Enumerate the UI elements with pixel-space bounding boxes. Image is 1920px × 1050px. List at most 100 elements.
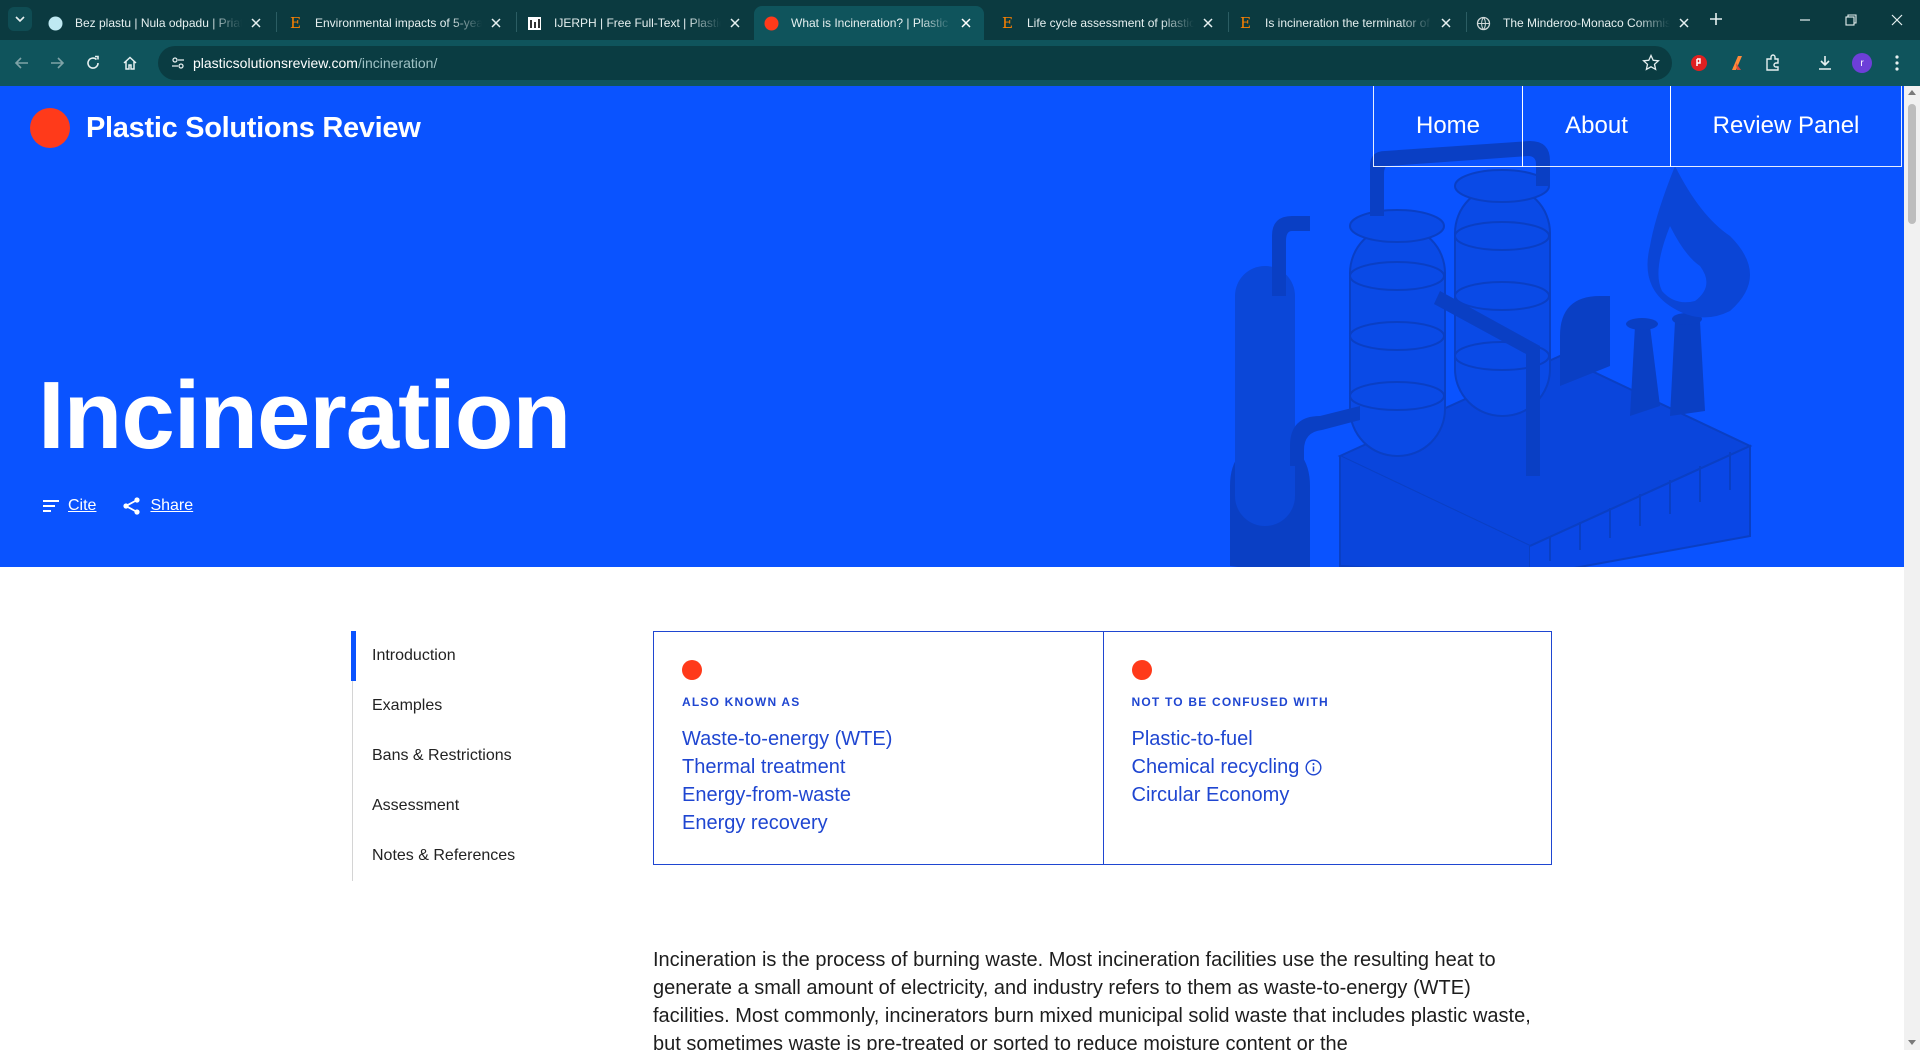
cite-label: Cite <box>68 497 97 514</box>
tab-divider <box>276 12 277 32</box>
circle-light-icon <box>48 16 63 31</box>
alias-link[interactable]: Thermal treatment <box>682 753 1075 781</box>
alias-link[interactable]: Energy recovery <box>682 809 1075 837</box>
reload-button[interactable] <box>78 48 108 78</box>
alias-link[interactable]: Waste-to-energy (WTE) <box>682 725 1075 753</box>
toc-item-notes-references[interactable]: Notes & References <box>353 831 552 881</box>
tab-title: Bez plastu | Nula odpadu | Priat <box>75 16 242 30</box>
close-icon[interactable] <box>1200 15 1216 31</box>
page-scrollbar[interactable] <box>1904 86 1920 1050</box>
browser-tab-active[interactable]: What is Incineration? | Plastic Solution… <box>754 6 984 40</box>
page-title: Incineration <box>38 362 571 469</box>
mdpi-icon <box>527 16 542 31</box>
url-domain: plasticsolutionsreview.com <box>193 55 358 71</box>
red-dot-icon <box>682 660 702 680</box>
close-icon[interactable] <box>727 15 743 31</box>
share-icon <box>123 497 141 515</box>
browser-toolbar: plasticsolutionsreview.com/incineration/… <box>0 40 1920 86</box>
browser-tab[interactable]: IJERPH | Free Full-Text | Plastic W <box>517 6 753 40</box>
close-icon[interactable] <box>1676 15 1692 31</box>
share-button[interactable]: Share <box>122 496 193 516</box>
browser-tabstrip: Bez plastu | Nula odpadu | Priat E Envir… <box>0 0 1920 40</box>
alias-link[interactable]: Energy-from-waste <box>682 781 1075 809</box>
bookmark-star-icon[interactable] <box>1642 53 1660 77</box>
address-bar[interactable]: plasticsolutionsreview.com/incineration/ <box>158 46 1672 80</box>
tab-title: IJERPH | Free Full-Text | Plastic W <box>554 16 721 30</box>
url-text[interactable]: plasticsolutionsreview.com/incineration/ <box>193 55 437 71</box>
arrow-left-icon <box>14 57 28 69</box>
scroll-up-arrow[interactable] <box>1908 90 1916 95</box>
toc-item-examples[interactable]: Examples <box>353 681 552 731</box>
elsevier-e-icon: E <box>1240 14 1251 32</box>
intro-paragraph: Incineration is the process of burning w… <box>653 949 1531 1050</box>
plus-icon <box>1710 13 1722 25</box>
hero-banner: Plastic Solutions Review Home About Revi… <box>0 86 1904 567</box>
toc-item-introduction[interactable]: Introduction <box>351 631 552 681</box>
info-icon[interactable] <box>1305 758 1322 776</box>
restore-button[interactable] <box>1828 0 1874 40</box>
extension-red-icon[interactable] <box>1688 52 1710 74</box>
elsevier-e-icon: E <box>1002 14 1013 32</box>
back-button[interactable] <box>7 48 37 78</box>
main-nav: Home About Review Panel <box>1373 86 1902 167</box>
arrow-right-icon <box>51 57 65 69</box>
red-dot-icon <box>764 16 779 31</box>
scroll-down-arrow[interactable] <box>1908 1040 1916 1045</box>
nav-about[interactable]: About <box>1522 86 1671 167</box>
browser-tab[interactable]: E Life cycle assessment of plastic <box>990 6 1226 40</box>
nav-home[interactable]: Home <box>1373 86 1523 167</box>
site-brand[interactable]: Plastic Solutions Review <box>30 108 421 148</box>
scrollbar-thumb[interactable] <box>1908 104 1916 224</box>
minimize-icon <box>1800 19 1810 21</box>
aliases-card: ALSO KNOWN AS Waste-to-energy (WTE) Ther… <box>653 631 1552 865</box>
confused-term-label: Circular Economy <box>1131 784 1290 806</box>
close-icon[interactable] <box>1438 15 1454 31</box>
minimize-button[interactable] <box>1782 0 1828 40</box>
also-known-as-section: ALSO KNOWN AS Waste-to-energy (WTE) Ther… <box>654 632 1103 864</box>
home-button[interactable] <box>115 48 145 78</box>
hero-actions: Cite Share <box>42 496 219 516</box>
brand-name: Plastic Solutions Review <box>86 111 421 144</box>
page-viewport: Plastic Solutions Review Home About Revi… <box>0 86 1904 1050</box>
also-known-as-heading: ALSO KNOWN AS <box>682 695 801 709</box>
download-icon[interactable] <box>1814 52 1836 74</box>
not-to-be-confused-heading: NOT TO BE CONFUSED WITH <box>1131 695 1329 709</box>
close-icon[interactable] <box>248 15 264 31</box>
close-window-button[interactable] <box>1874 0 1920 40</box>
not-to-be-confused-list: Plastic-to-fuel Chemical recycling Circu… <box>1132 725 1524 809</box>
confused-term-link[interactable]: Chemical recycling <box>1132 753 1524 781</box>
tab-title: Life cycle assessment of plastic <box>1027 16 1194 30</box>
forward-button[interactable] <box>42 48 72 78</box>
chevron-down-icon <box>15 16 25 23</box>
close-icon[interactable] <box>488 15 504 31</box>
nav-review-panel[interactable]: Review Panel <box>1670 86 1902 167</box>
confused-term-link[interactable]: Plastic-to-fuel <box>1132 725 1524 753</box>
extensions-puzzle-icon[interactable] <box>1762 52 1784 74</box>
browser-tab[interactable]: The Minderoo-Monaco Commission <box>1466 6 1702 40</box>
profile-avatar[interactable]: r <box>1852 53 1872 73</box>
share-label: Share <box>150 497 194 514</box>
home-icon <box>123 56 137 70</box>
cite-button[interactable]: Cite <box>42 497 96 515</box>
confused-term-link[interactable]: Circular Economy <box>1132 781 1524 809</box>
tab-title: The Minderoo-Monaco Commission <box>1503 16 1670 30</box>
browser-tab[interactable]: E Environmental impacts of 5-year <box>278 6 514 40</box>
toc-item-bans-restrictions[interactable]: Bans & Restrictions <box>353 731 552 781</box>
confused-term-label: Plastic-to-fuel <box>1131 728 1253 750</box>
close-icon[interactable] <box>958 15 974 31</box>
table-of-contents: Introduction Examples Bans & Restriction… <box>351 631 552 881</box>
reload-icon <box>87 55 99 69</box>
url-path: /incineration/ <box>357 55 438 71</box>
tab-search-button[interactable] <box>8 7 32 31</box>
toc-item-assessment[interactable]: Assessment <box>353 781 552 831</box>
close-icon <box>1891 14 1903 26</box>
tab-title: What is Incineration? | Plastic Solution… <box>791 16 952 30</box>
new-tab-button[interactable] <box>1704 7 1728 31</box>
extension-orange-icon[interactable] <box>1726 52 1748 74</box>
globe-icon <box>1476 16 1491 31</box>
brand-logo-dot <box>30 108 70 148</box>
browser-tab[interactable]: Bez plastu | Nula odpadu | Priat <box>38 6 274 40</box>
more-menu-icon[interactable] <box>1886 52 1908 74</box>
browser-tab[interactable]: E Is incineration the terminator of <box>1228 6 1464 40</box>
site-info-icon[interactable] <box>170 55 186 76</box>
